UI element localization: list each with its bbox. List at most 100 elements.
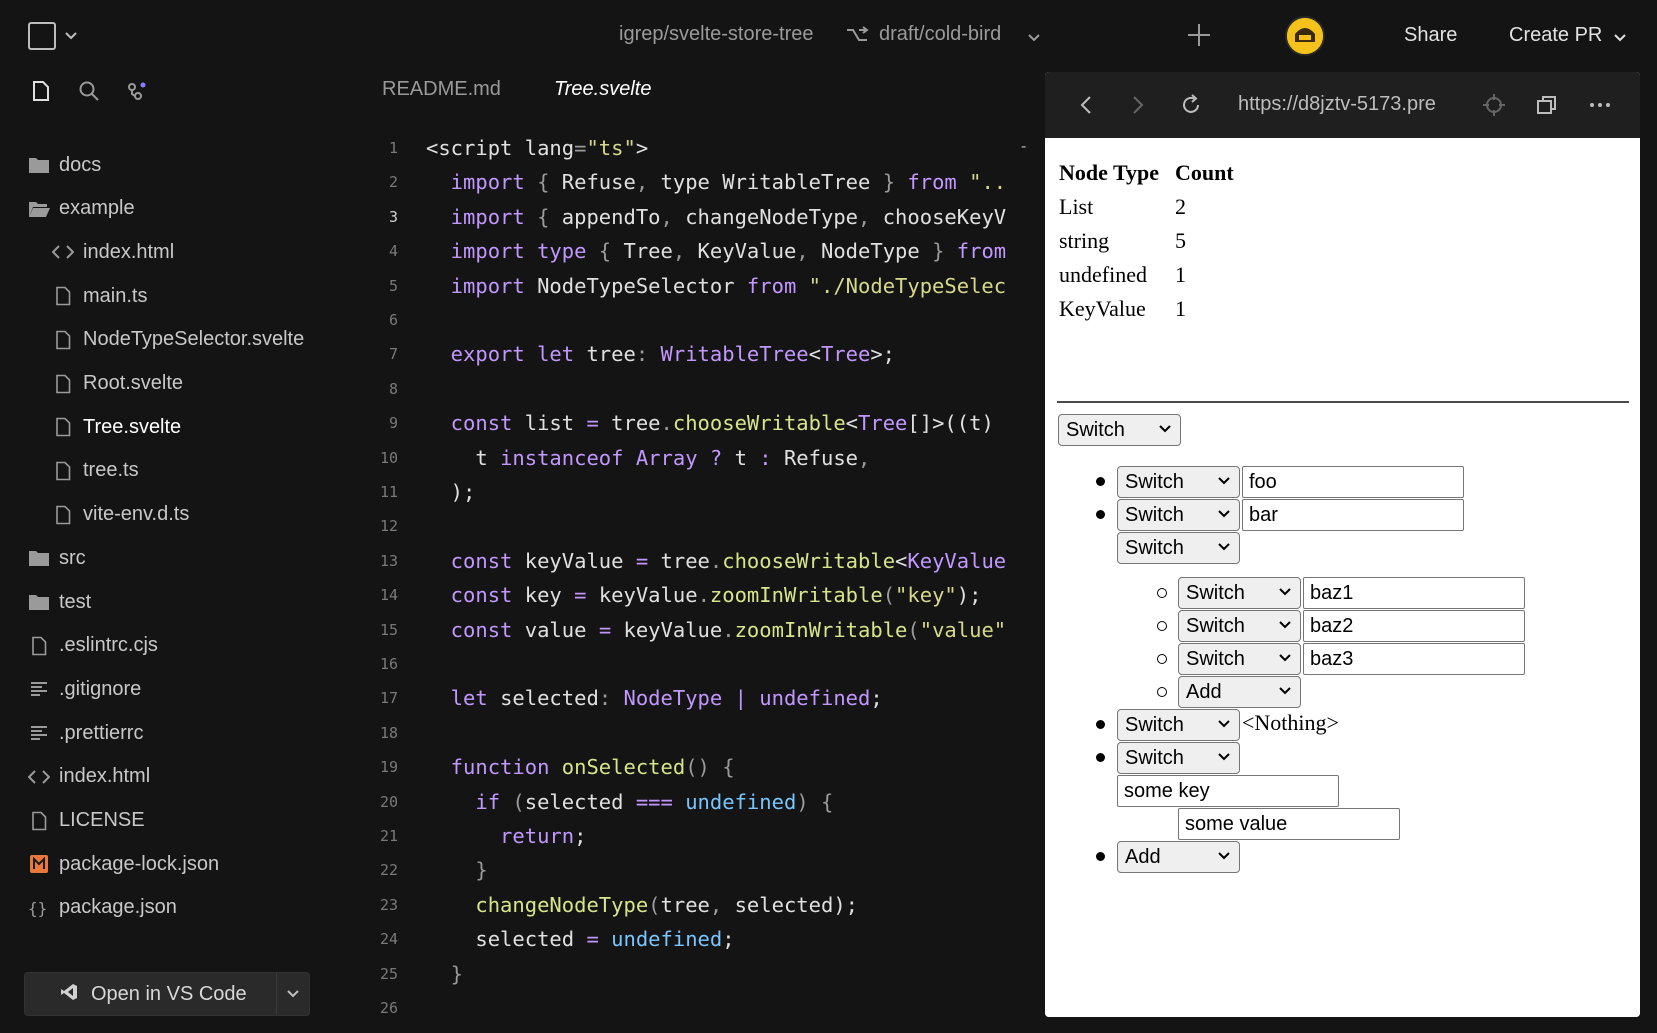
file-tree-item[interactable]: Root.svelte (0, 364, 340, 404)
plus-icon[interactable] (1186, 22, 1212, 53)
preview-url[interactable]: https://d8jztv-5173.pre (1238, 93, 1450, 116)
chevron-down-icon[interactable] (64, 28, 78, 46)
string-input-foo[interactable]: foo (1242, 466, 1464, 498)
item-switch-select[interactable]: Switch (1117, 499, 1240, 531)
code-line[interactable]: 5 import NodeTypeSelector from "./NodeTy… (370, 269, 1030, 303)
branch-name[interactable]: draft/cold-bird (879, 23, 1001, 46)
code-line[interactable]: 2 import { Refuse, type WritableTree } f… (370, 165, 1030, 199)
code-line[interactable]: 26 (370, 991, 1030, 1025)
value-input[interactable]: some value (1178, 808, 1400, 840)
code-line[interactable]: 19 function onSelected() { (370, 750, 1030, 784)
code-line[interactable]: 6 (370, 303, 1030, 337)
file-tree-item[interactable]: {} package.json (0, 888, 340, 928)
string-input-baz3[interactable]: baz3 (1303, 643, 1525, 675)
repo-name[interactable]: igrep/svelte-store-tree (619, 23, 814, 46)
key-input[interactable]: some key (1117, 775, 1339, 807)
file-tree-item[interactable]: Tree.svelte (0, 407, 340, 447)
root-switch-select[interactable]: Switch (1058, 414, 1181, 446)
code-line[interactable]: 1 <script lang = "ts" > (370, 131, 1030, 165)
file-tree-item[interactable]: example (0, 189, 340, 229)
item-switch-select[interactable]: Switch (1117, 709, 1240, 741)
source-control-icon[interactable] (126, 80, 150, 107)
code-line[interactable]: 15 const value = keyValue. zoomInWritable… (370, 613, 1030, 647)
file-tree-label: package-lock.json (59, 852, 220, 875)
forward-icon[interactable] (1127, 93, 1149, 122)
file-tree-item[interactable]: .gitignore (0, 669, 340, 709)
code-token: NodeTypeSelector (537, 273, 747, 298)
code-line[interactable]: 12 (370, 509, 1030, 543)
file-tree-item[interactable]: vite-env.d.ts (0, 495, 340, 535)
file-tree-item[interactable]: .prettierrc (0, 713, 340, 753)
code-line[interactable]: 23 changeNodeType(tree, selected); (370, 888, 1030, 922)
chevron-down-icon (1279, 654, 1291, 662)
code-line[interactable]: 17 let selected: NodeType | undefined; (370, 681, 1030, 715)
file-tree-item[interactable]: docs (0, 145, 340, 185)
line-number: 5 (388, 276, 398, 295)
code-token: undefined (685, 789, 797, 814)
item-switch-select[interactable]: Switch (1117, 466, 1240, 498)
open-in-vscode-main[interactable]: Open in VS Code (25, 973, 277, 1015)
item-switch-select[interactable]: Switch (1178, 610, 1301, 642)
share-button[interactable]: Share (1404, 24, 1457, 47)
code-line[interactable]: 4 import type { Tree, KeyValue, NodeType… (370, 234, 1030, 268)
add-select[interactable]: Add (1117, 841, 1240, 873)
reload-icon[interactable] (1179, 93, 1203, 122)
file-tree-item[interactable]: main.ts (0, 276, 340, 316)
file-tree-item[interactable]: test (0, 582, 340, 622)
code-token: "value" (919, 617, 1007, 642)
code-token: NodeType (623, 686, 735, 711)
code-line[interactable]: 7 export let tree: WritableTree < Tree >; (370, 337, 1030, 371)
open-in-vscode-button[interactable]: Open in VS Code (24, 972, 310, 1016)
search-icon[interactable] (78, 80, 100, 107)
nested-list-switch-select[interactable]: Switch (1117, 532, 1240, 564)
code-line[interactable]: 8 (370, 372, 1030, 406)
file-tree-item[interactable]: NodeTypeSelector.svelte (0, 320, 340, 360)
files-icon[interactable] (32, 80, 50, 107)
string-input-baz1[interactable]: baz1 (1303, 577, 1525, 609)
tab-tree-svelte[interactable]: Tree.svelte (554, 78, 894, 101)
crosshair-icon[interactable] (1482, 93, 1506, 122)
fold-marker[interactable]: - (1021, 138, 1026, 156)
chevron-down-icon[interactable] (1613, 30, 1627, 48)
code-line[interactable]: 11 ); (370, 475, 1030, 509)
more-icon[interactable] (1588, 93, 1612, 122)
code-line[interactable]: 18 (370, 716, 1030, 750)
code-line[interactable]: 20 if (selected === undefined) { (370, 785, 1030, 819)
create-pr-button[interactable]: Create PR (1509, 24, 1602, 47)
code-line[interactable]: 22 } (370, 853, 1030, 887)
code-line[interactable]: 10 t instanceof Array ? t : Refuse, (370, 441, 1030, 475)
file-tree-item[interactable]: .eslintrc.cjs (0, 626, 340, 666)
string-input-bar[interactable]: bar (1242, 499, 1464, 531)
open-window-icon[interactable] (1535, 93, 1559, 122)
code-line[interactable]: 25 } (370, 957, 1030, 991)
item-switch-select[interactable]: Switch (1178, 643, 1301, 675)
code-token: ; (722, 927, 735, 952)
code-line[interactable]: 13 const keyValue = tree. chooseWritable <… (370, 544, 1030, 578)
file-tree-item[interactable]: index.html (0, 232, 340, 272)
file-tree-item[interactable]: package-lock.json (0, 844, 340, 884)
code-line[interactable]: 14 const key = keyValue. zoomInWritable("… (370, 578, 1030, 612)
file-tree-item[interactable]: index.html (0, 757, 340, 797)
tab-readme[interactable]: README.md (382, 78, 501, 101)
code-token: () (685, 755, 723, 780)
file-tree-item[interactable]: src (0, 538, 340, 578)
item-switch-select[interactable]: Switch (1178, 577, 1301, 609)
code-line[interactable]: 24 selected = undefined; (370, 922, 1030, 956)
layout-toggle-icon[interactable] (28, 22, 56, 50)
open-in-vscode-dropdown[interactable] (277, 989, 309, 999)
code-line[interactable]: 16 (370, 647, 1030, 681)
code-token: selected (500, 686, 599, 711)
file-tree-item[interactable]: LICENSE (0, 801, 340, 841)
code-line[interactable]: 9 const list = tree. chooseWritable < Tree[… (370, 406, 1030, 440)
item-switch-select[interactable]: Switch (1117, 742, 1240, 774)
chevron-down-icon[interactable] (1027, 30, 1041, 48)
nothing-label: <Nothing> (1242, 710, 1339, 735)
nested-add-select[interactable]: Add (1178, 676, 1301, 708)
avatar[interactable] (1285, 16, 1325, 56)
back-icon[interactable] (1075, 93, 1097, 122)
code-line[interactable]: 3 import { appendTo, changeNodeType, cho… (370, 200, 1030, 234)
code-editor[interactable]: 1 <script lang = "ts" >2 import { Refuse, ty… (370, 131, 1030, 1033)
code-line[interactable]: 21 return; (370, 819, 1030, 853)
string-input-baz2[interactable]: baz2 (1303, 610, 1525, 642)
file-tree-item[interactable]: tree.ts (0, 451, 340, 491)
